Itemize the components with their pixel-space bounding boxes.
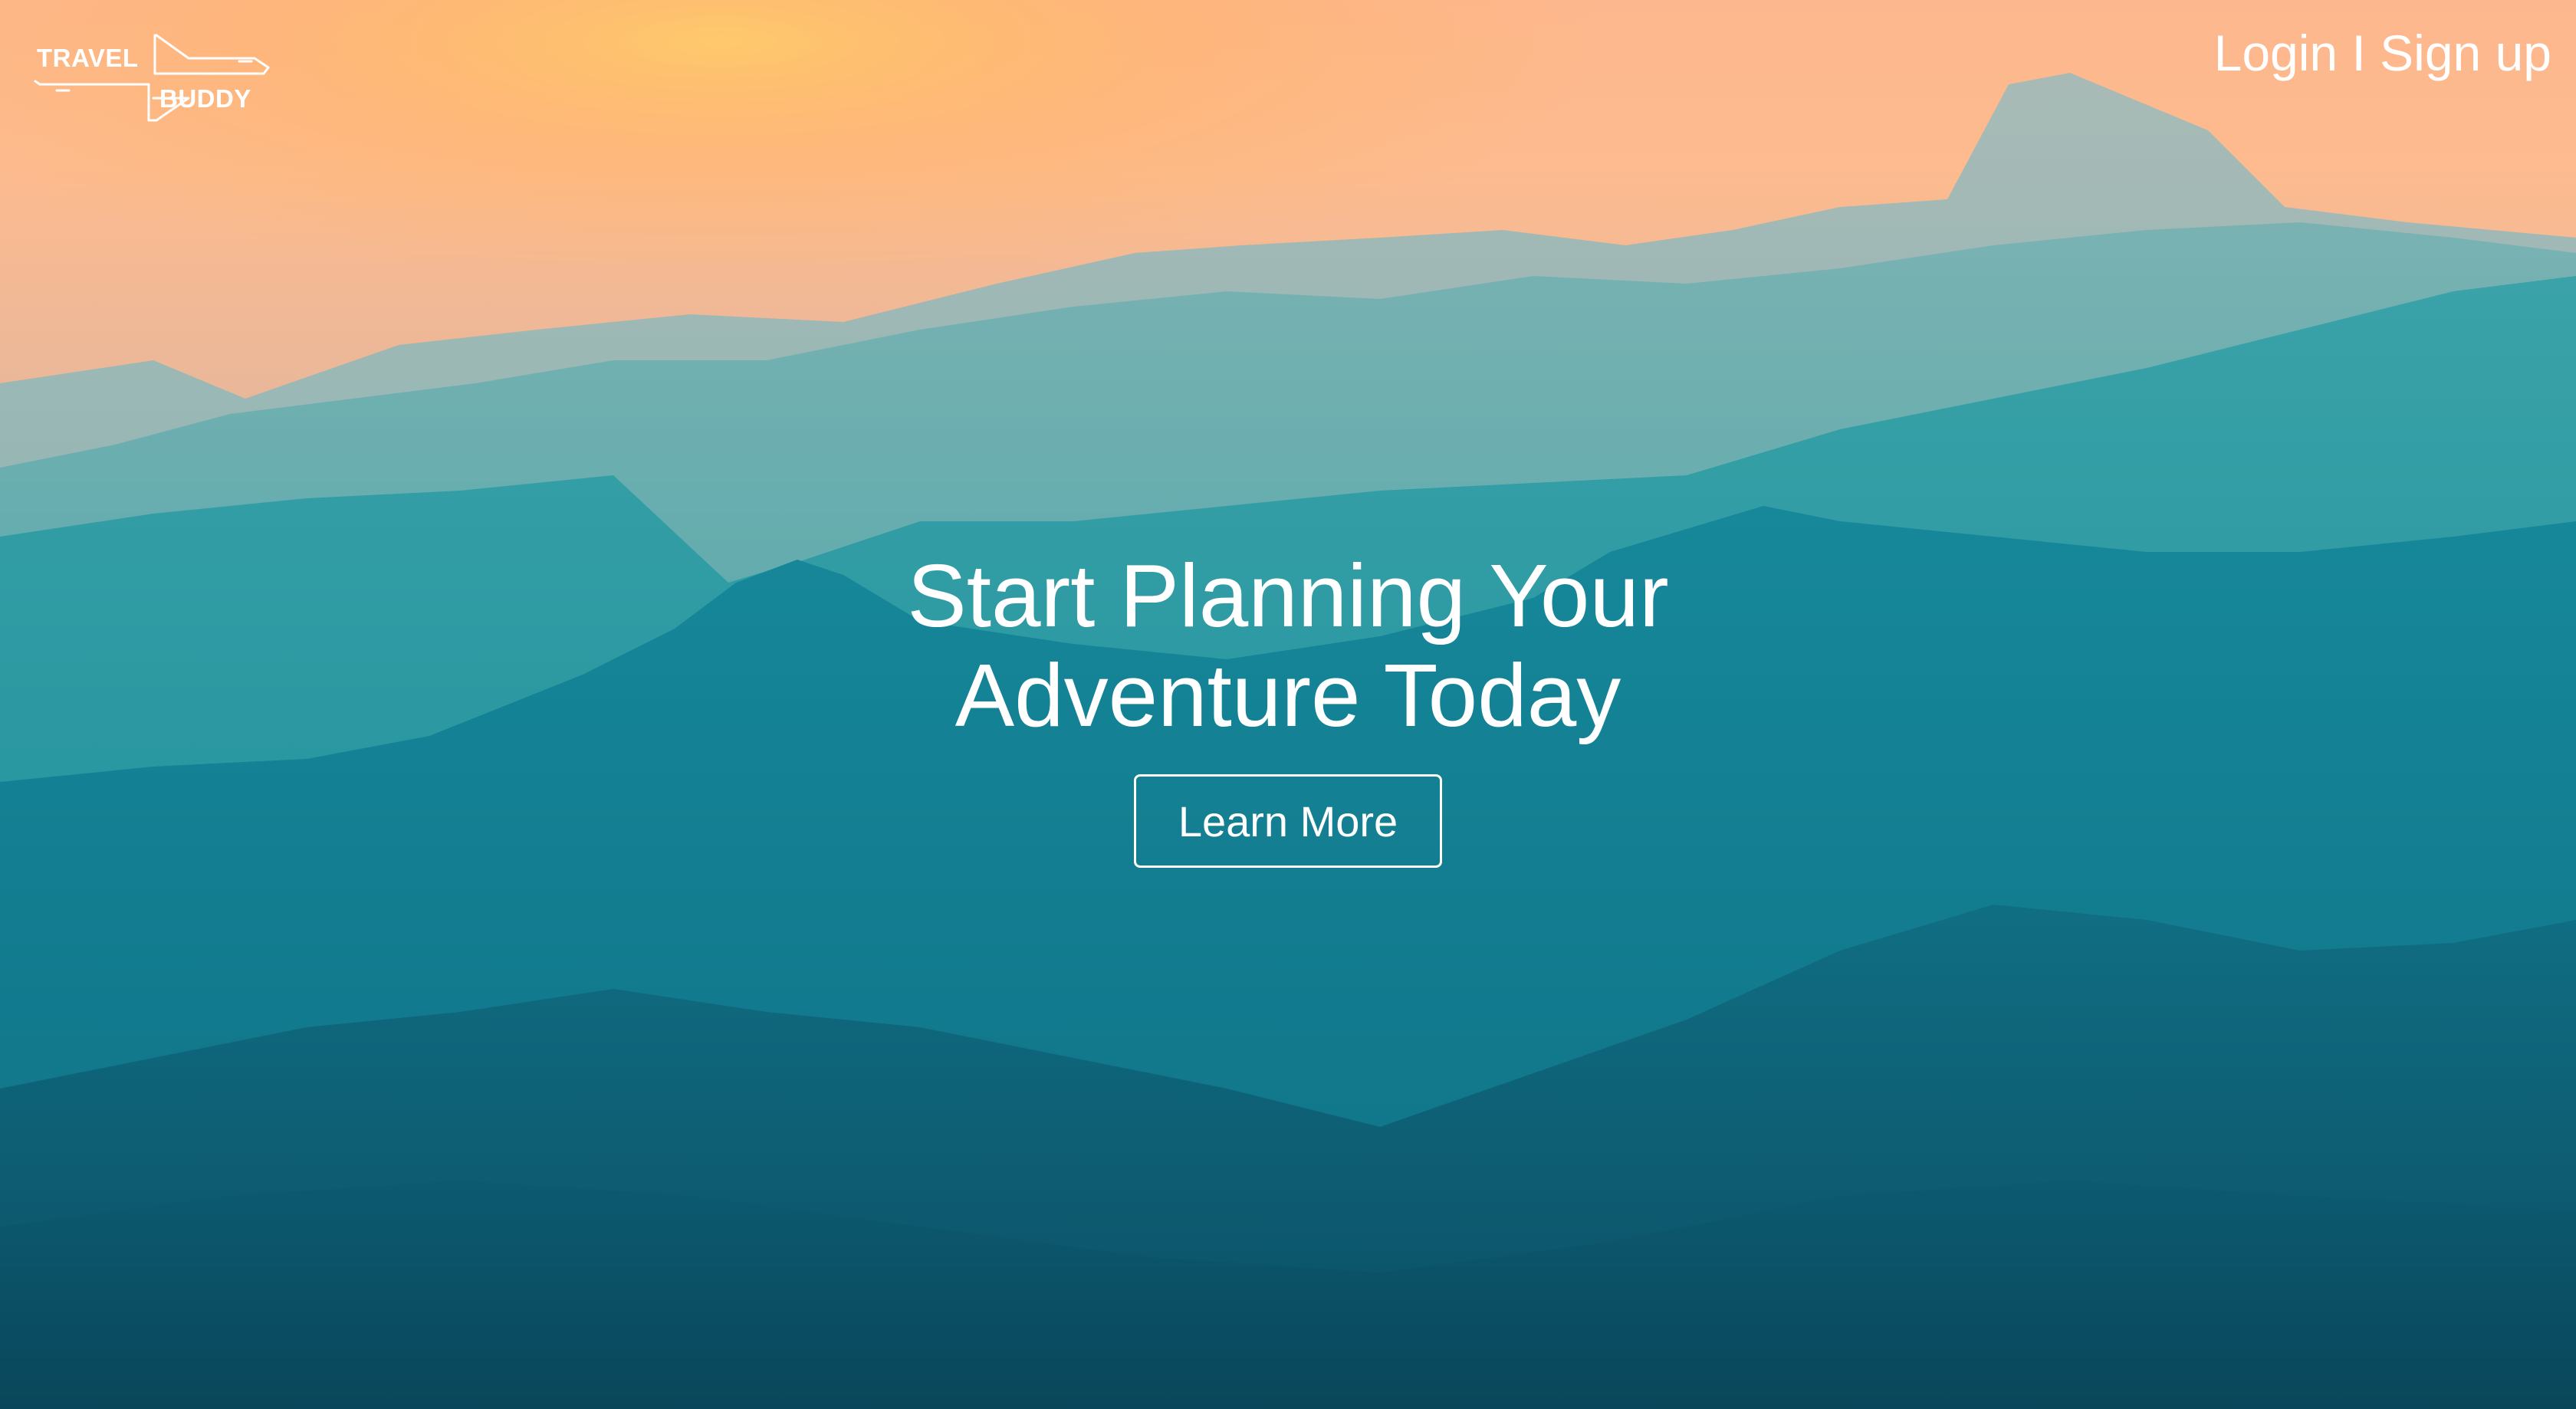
auth-links: Login I Sign up — [2214, 23, 2551, 83]
learn-more-button[interactable]: Learn More — [1134, 774, 1442, 868]
hero-title-line-2: Adventure Today — [955, 645, 1622, 745]
signup-link[interactable]: Sign up — [2380, 25, 2551, 81]
hero-title-line-1: Start Planning Your — [907, 546, 1669, 645]
hero-section: Start Planning Your Adventure Today Lear… — [0, 546, 2576, 868]
logo-text-buddy: BUDDY — [159, 84, 251, 113]
login-link[interactable]: Login — [2214, 25, 2338, 81]
logo-text-travel: TRAVEL — [37, 44, 139, 72]
travel-buddy-logo[interactable]: TRAVEL BUDDY — [34, 31, 271, 130]
auth-separator: I — [2351, 25, 2366, 81]
hero-title: Start Planning Your Adventure Today — [0, 546, 2576, 745]
